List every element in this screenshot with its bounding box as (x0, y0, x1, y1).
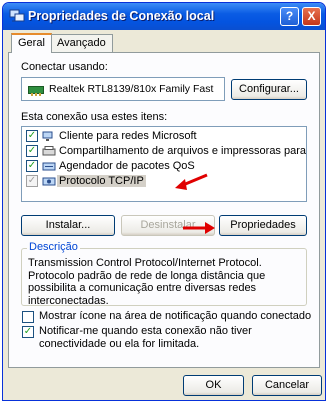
network-adapter-icon (28, 86, 44, 96)
items-label: Esta conexão usa estes itens: (21, 111, 168, 123)
window-title: Propriedades de Conexão local (28, 9, 215, 23)
help-button[interactable]: ? (280, 7, 299, 26)
cancel-button[interactable]: Cancelar (252, 375, 322, 396)
item-checkbox[interactable]: ✓ (26, 175, 38, 187)
notify-label: Notificar-me quando esta conexão não tiv… (39, 325, 252, 350)
annotation-arrow-tcpip (175, 173, 208, 190)
packet-scheduler-icon (42, 162, 56, 171)
title-bar[interactable]: Propriedades de Conexão local ? X (3, 3, 325, 30)
protocol-icon (42, 177, 56, 186)
configure-button[interactable]: Configurar... (231, 79, 307, 100)
show-icon-label: Mostrar ícone na área de notificação qua… (39, 310, 312, 322)
notify-checkbox[interactable]: ✓ (22, 326, 34, 338)
item-checkbox[interactable]: ✓ (26, 145, 38, 157)
tab-geral[interactable]: Geral (11, 33, 52, 53)
show-icon-checkbox[interactable] (22, 311, 34, 323)
tab-avancado[interactable]: Avançado (50, 34, 113, 52)
adapter-name: Realtek RTL8139/810x Family Fast (49, 83, 214, 95)
annotation-arrow-properties (183, 222, 215, 234)
ok-button[interactable]: OK (183, 375, 244, 396)
install-button[interactable]: Instalar... (21, 215, 115, 236)
item-checkbox[interactable]: ✓ (26, 130, 38, 142)
properties-button[interactable]: Propriedades (219, 215, 307, 236)
close-button[interactable]: X (302, 7, 321, 26)
item-label: Cliente para redes Microsoft (59, 130, 197, 142)
components-list[interactable]: ✓ Cliente para redes Microsoft ✓ Compart… (21, 126, 307, 202)
file-printer-sharing-icon (42, 146, 56, 156)
network-connection-icon (9, 9, 25, 22)
description-text: Transmission Control Protocol/Internet P… (28, 257, 266, 307)
item-checkbox[interactable]: ✓ (26, 160, 38, 172)
tab-panel-geral: Conectar usando: Realtek RTL8139/810x Fa… (8, 52, 320, 368)
item-label: Protocolo TCP/IP (57, 175, 146, 187)
connect-using-label: Conectar usando: (21, 61, 108, 73)
client-network-icon (42, 131, 53, 141)
description-title: Descrição (27, 241, 80, 253)
dialog-window: Propriedades de Conexão local ? X Geral … (2, 2, 326, 401)
item-label: Compartilhamento de arquivos e impressor… (59, 145, 307, 157)
adapter-field: Realtek RTL8139/810x Family Fast (21, 77, 225, 101)
